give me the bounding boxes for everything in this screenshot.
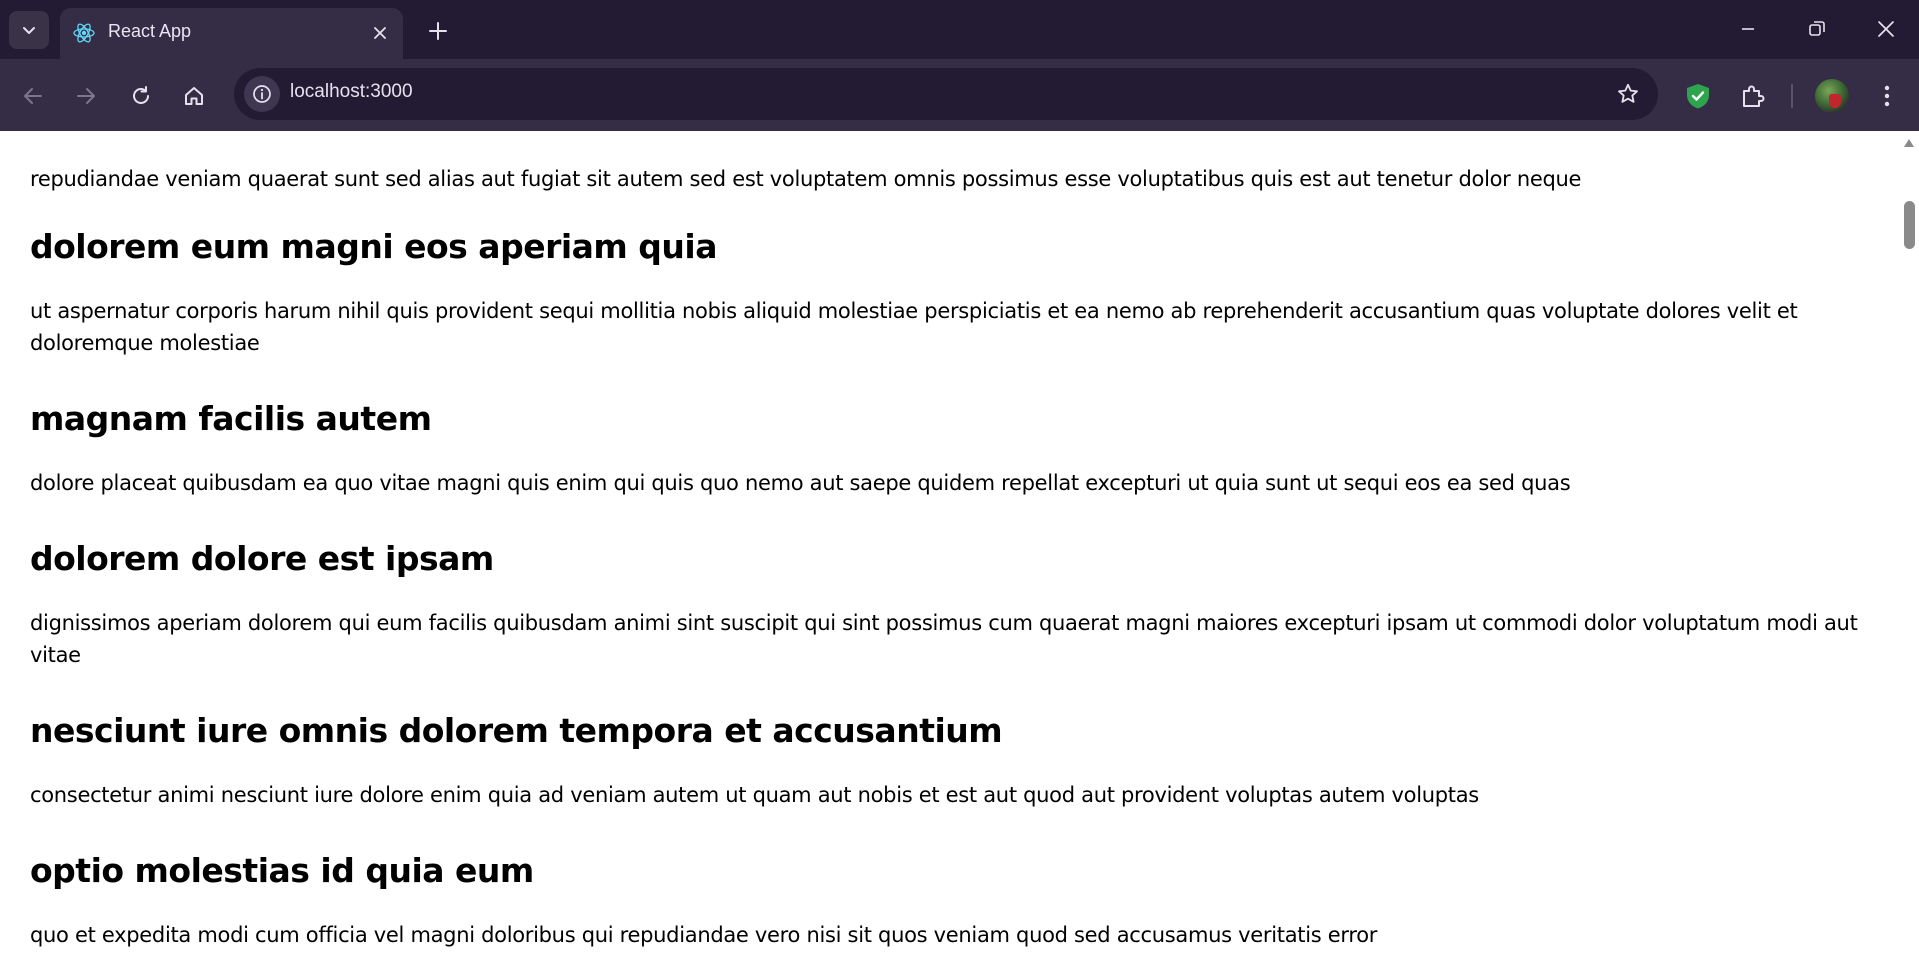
post-body: ut aspernatur corporis harum nihil quis … bbox=[30, 299, 1798, 355]
star-icon bbox=[1618, 83, 1638, 103]
home-icon bbox=[185, 87, 203, 105]
vertical-scrollbar[interactable] bbox=[1899, 131, 1919, 969]
info-icon bbox=[253, 85, 271, 103]
minimize-button[interactable] bbox=[1720, 6, 1776, 52]
post-body: quo et expedita modi cum officia vel mag… bbox=[30, 923, 1378, 947]
back-button[interactable] bbox=[13, 76, 53, 116]
home-button[interactable] bbox=[174, 76, 214, 116]
post-title: dolorem eum magni eos aperiam quia bbox=[30, 227, 718, 266]
site-info-button[interactable] bbox=[244, 76, 280, 112]
toolbar-divider bbox=[1791, 84, 1793, 108]
avatar-detail bbox=[1829, 94, 1841, 108]
close-icon bbox=[374, 27, 386, 39]
post-title: dolorem dolore est ipsam bbox=[30, 539, 494, 578]
address-bar[interactable]: localhost:3000 bbox=[234, 68, 1658, 120]
forward-button[interactable] bbox=[66, 76, 106, 116]
profile-avatar[interactable] bbox=[1815, 79, 1849, 113]
post-body: dolore placeat quibusdam ea quo vitae ma… bbox=[30, 471, 1571, 495]
restore-icon bbox=[1809, 21, 1825, 36]
plus-icon bbox=[429, 22, 447, 40]
chevron-down-icon bbox=[23, 27, 35, 34]
more-vertical-icon bbox=[1884, 85, 1890, 107]
reload-button[interactable] bbox=[121, 76, 161, 116]
tab-strip: React App bbox=[0, 0, 1919, 59]
browser-toolbar: localhost:3000 bbox=[0, 59, 1919, 131]
browser-menu-button[interactable] bbox=[1867, 76, 1907, 116]
bookmark-button[interactable] bbox=[1614, 80, 1642, 108]
post-body: repudiandae veniam quaerat sunt sed alia… bbox=[30, 167, 1582, 191]
post-title: nesciunt iure omnis dolorem tempora et a… bbox=[30, 711, 1003, 750]
restore-button[interactable] bbox=[1789, 6, 1845, 52]
browser-window: React App localhost:3000 repudiandae ven… bbox=[0, 0, 1919, 969]
post-body: consectetur animi nesciunt iure dolore e… bbox=[30, 783, 1479, 807]
minimize-icon bbox=[1742, 28, 1754, 30]
puzzle-icon bbox=[1743, 85, 1765, 107]
post-title: optio molestias id quia eum bbox=[30, 851, 534, 890]
arrow-left-icon bbox=[24, 88, 42, 104]
url-text[interactable]: localhost:3000 bbox=[290, 81, 413, 103]
close-icon bbox=[1878, 21, 1894, 37]
tab-search-button[interactable] bbox=[9, 11, 49, 49]
post-title: magnam facilis autem bbox=[30, 399, 432, 438]
arrow-right-icon bbox=[77, 88, 95, 104]
extensions-button[interactable] bbox=[1732, 76, 1772, 116]
reload-icon bbox=[133, 86, 149, 104]
tab-title: React App bbox=[108, 21, 192, 41]
shield-icon bbox=[1687, 84, 1709, 109]
post-body: dignissimos aperiam dolorem qui eum faci… bbox=[30, 611, 1858, 667]
shield-extension-button[interactable] bbox=[1678, 76, 1718, 116]
triangle-up-icon bbox=[1904, 139, 1914, 147]
page-viewport: repudiandae veniam quaerat sunt sed alia… bbox=[0, 131, 1899, 969]
scroll-up-button[interactable] bbox=[1899, 135, 1919, 151]
react-icon bbox=[73, 23, 95, 43]
browser-tab[interactable]: React App bbox=[60, 8, 403, 59]
window-close-button[interactable] bbox=[1858, 6, 1914, 52]
scrollbar-thumb[interactable] bbox=[1904, 201, 1915, 249]
new-tab-button[interactable] bbox=[418, 14, 458, 48]
tab-close-button[interactable] bbox=[369, 22, 391, 44]
